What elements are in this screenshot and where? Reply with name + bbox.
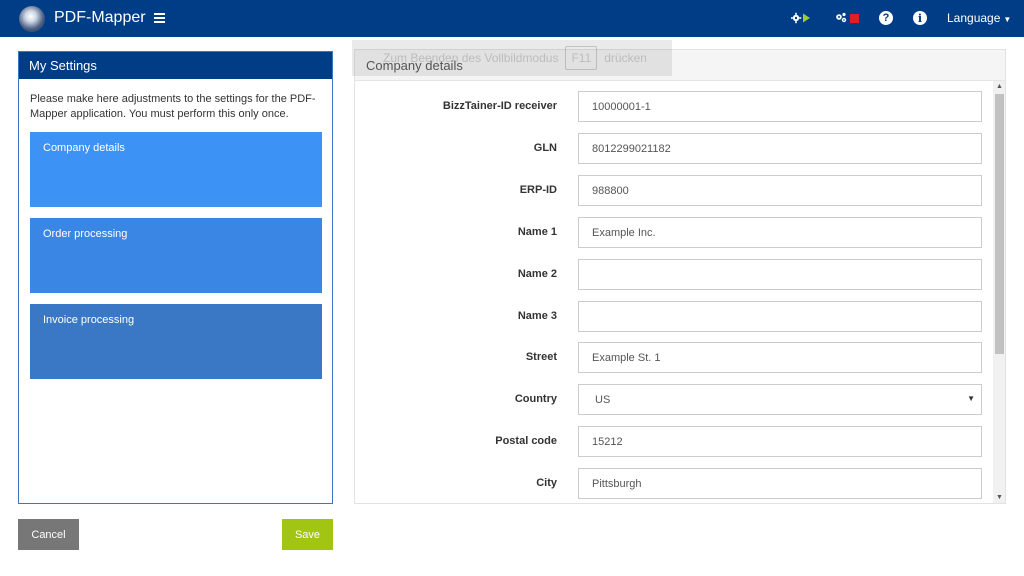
form-row-gln: GLN 8012299021182: [355, 133, 991, 164]
settings-panel-title: My Settings: [19, 52, 332, 79]
fullscreen-hint-text: Zum Beenden des Vollbildmodus: [383, 51, 559, 65]
nav-card-order-processing[interactable]: Order processing: [30, 218, 322, 293]
scrollbar-thumb[interactable]: [995, 94, 1004, 354]
country-select-value: US: [595, 394, 611, 406]
top-navigation-bar: PDF-Mapper ? i Language ▼: [0, 0, 1024, 37]
postal-code-input[interactable]: 15212: [578, 426, 982, 457]
country-select[interactable]: US ▼: [578, 384, 982, 415]
field-label: BizzTainer-ID receiver: [442, 100, 557, 112]
bizztainer-id-input[interactable]: 10000001-1: [578, 91, 982, 122]
scroll-down-arrow-icon[interactable]: ▼: [996, 494, 1003, 501]
gears-stop-icon[interactable]: [835, 10, 859, 26]
chevron-down-icon: ▼: [967, 394, 975, 403]
company-details-form: BizzTainer-ID receiver 10000001-1 GLN 80…: [355, 81, 991, 503]
field-label: Name 2: [517, 268, 557, 280]
language-label: Language: [947, 11, 1001, 25]
app-logo: [19, 6, 45, 32]
scroll-up-arrow-icon[interactable]: ▲: [996, 83, 1003, 90]
settings-intro-text: Please make here adjustments to the sett…: [30, 93, 316, 120]
settings-panel: My Settings Please make here adjustments…: [18, 51, 333, 504]
city-input[interactable]: Pittsburgh: [578, 468, 982, 499]
nav-card-label: Company details: [43, 142, 125, 154]
name-1-input[interactable]: Example Inc.: [578, 217, 982, 248]
form-row-name-2: Name 2: [355, 259, 991, 290]
form-row-bizztainer-id: BizzTainer-ID receiver 10000001-1: [355, 91, 991, 122]
form-row-name-3: Name 3: [355, 301, 991, 332]
erp-id-input[interactable]: 988800: [578, 175, 982, 206]
field-label: City: [536, 477, 557, 489]
nav-card-company-details[interactable]: Company details: [30, 132, 322, 207]
gln-input[interactable]: 8012299021182: [578, 133, 982, 164]
help-icon[interactable]: ?: [879, 11, 893, 25]
street-input[interactable]: Example St. 1: [578, 342, 982, 373]
f11-key-badge: F11: [565, 46, 598, 70]
fullscreen-hint-suffix: drücken: [604, 51, 647, 65]
name-2-input[interactable]: [578, 259, 982, 290]
app-title: PDF-Mapper: [54, 9, 146, 26]
name-3-input[interactable]: [578, 301, 982, 332]
field-label: Name 3: [517, 310, 557, 322]
hamburger-menu-icon[interactable]: [154, 13, 165, 23]
gear-play-icon[interactable]: [791, 10, 811, 26]
language-dropdown[interactable]: Language ▼: [947, 11, 1011, 25]
form-row-postal-code: Postal code 15212: [355, 426, 991, 457]
field-label: Country: [514, 393, 557, 405]
field-label: Street: [525, 351, 557, 363]
nav-card-label: Invoice processing: [43, 314, 135, 326]
info-icon[interactable]: i: [913, 11, 927, 25]
field-label: Postal code: [495, 435, 557, 447]
cancel-button[interactable]: Cancel: [18, 519, 79, 550]
field-label: Name 1: [517, 226, 557, 238]
field-label: ERP-ID: [519, 184, 557, 196]
save-button[interactable]: Save: [282, 519, 333, 550]
fullscreen-exit-hint: Zum Beenden des Vollbildmodus F11 drücke…: [352, 40, 672, 76]
field-label: GLN: [533, 142, 557, 154]
chevron-down-icon: ▼: [1003, 15, 1012, 24]
form-row-country: Country US ▼: [355, 384, 991, 415]
nav-card-label: Order processing: [43, 228, 128, 240]
form-row-street: Street Example St. 1: [355, 342, 991, 373]
form-row-city: City Pittsburgh: [355, 468, 991, 499]
form-scrollbar[interactable]: ▲ ▼: [993, 81, 1005, 503]
company-details-panel: Company details BizzTainer-ID receiver 1…: [354, 49, 1006, 504]
form-row-erp-id: ERP-ID 988800: [355, 175, 991, 206]
form-row-name-1: Name 1 Example Inc.: [355, 217, 991, 248]
nav-card-invoice-processing[interactable]: Invoice processing: [30, 304, 322, 379]
